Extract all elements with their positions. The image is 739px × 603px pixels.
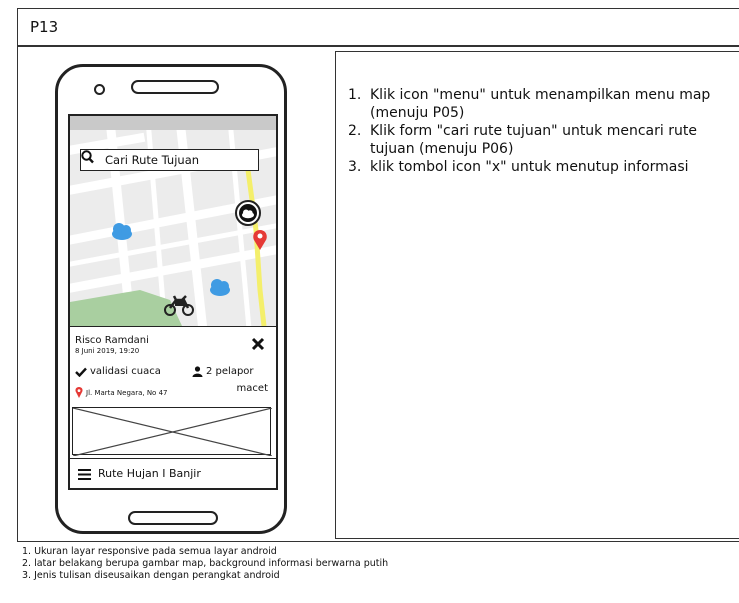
reporter-count: 2 pelapor	[192, 366, 254, 377]
instruction-item: 1. Klik icon "menu" untuk menampilkan me…	[348, 86, 738, 122]
instruction-number: 1.	[348, 87, 362, 103]
report-info-card: Risco Ramdani 8 Juni 2019, 19:20 validas…	[70, 326, 276, 407]
note-line: 2. latar belakang berupa gambar map, bac…	[22, 558, 389, 569]
traffic-status: macet	[236, 383, 268, 394]
instruction-number: 3.	[348, 159, 362, 175]
location-pin-icon	[75, 387, 83, 398]
instruction-item: 2. Klik form "cari rute tujuan" untuk me…	[348, 122, 738, 158]
weather-toggle-button[interactable]	[235, 200, 261, 226]
address-text: Jl. Marta Negara, No 47	[86, 388, 168, 397]
report-image-placeholder	[72, 407, 272, 456]
reporter-name: Risco Ramdani	[75, 335, 149, 346]
image-placeholder-icon	[73, 408, 272, 456]
instruction-text: Klik icon "menu" untuk menampilkan menu …	[370, 87, 711, 121]
bottom-bar-label: Rute Hujan I Banjir	[98, 467, 201, 480]
instruction-panel: 1. Klik icon "menu" untuk menampilkan me…	[335, 51, 739, 539]
user-icon	[192, 366, 203, 377]
search-input[interactable]: Cari Rute Tujuan	[80, 149, 259, 171]
header-frame: P13	[17, 8, 739, 46]
report-address: Jl. Marta Negara, No 47	[75, 387, 167, 398]
search-icon	[81, 150, 94, 164]
camera-dot	[94, 84, 105, 95]
home-button	[128, 511, 218, 525]
instruction-item: 3. klik tombol icon "x" untuk menutup in…	[348, 158, 738, 176]
phone-screen: Cari Rute Tujuan Risco Ramdani 8 Juni 20…	[68, 114, 278, 490]
validation-label: validasi cuaca	[90, 366, 161, 377]
report-datetime: 8 Juni 2019, 19:20	[75, 347, 140, 355]
instruction-number: 2.	[348, 123, 362, 139]
phone-mockup: Cari Rute Tujuan Risco Ramdani 8 Juni 20…	[55, 64, 287, 534]
instruction-list: 1. Klik icon "menu" untuk menampilkan me…	[348, 86, 738, 176]
instruction-text: klik tombol icon "x" untuk menutup infor…	[370, 159, 689, 175]
page-id: P13	[30, 18, 59, 36]
hamburger-menu-icon[interactable]	[78, 469, 91, 480]
bottom-menu-bar[interactable]: Rute Hujan I Banjir	[70, 458, 276, 488]
validation-badge: validasi cuaca	[75, 366, 161, 377]
check-icon	[75, 367, 87, 377]
footer-notes: 1. Ukuran layar responsive pada semua la…	[22, 546, 388, 582]
speaker-bar	[131, 80, 219, 94]
cloud-icon	[239, 204, 257, 222]
instruction-text: Klik form "cari rute tujuan" untuk menca…	[370, 123, 697, 157]
note-line: 3. Jenis tulisan diseusaikan dengan pera…	[22, 570, 280, 581]
reporter-count-label: 2 pelapor	[206, 366, 254, 377]
note-line: 1. Ukuran layar responsive pada semua la…	[22, 546, 277, 557]
map-view[interactable]: Cari Rute Tujuan	[70, 130, 276, 326]
close-icon[interactable]	[250, 336, 266, 352]
status-bar	[70, 116, 276, 130]
search-placeholder: Cari Rute Tujuan	[105, 153, 200, 167]
